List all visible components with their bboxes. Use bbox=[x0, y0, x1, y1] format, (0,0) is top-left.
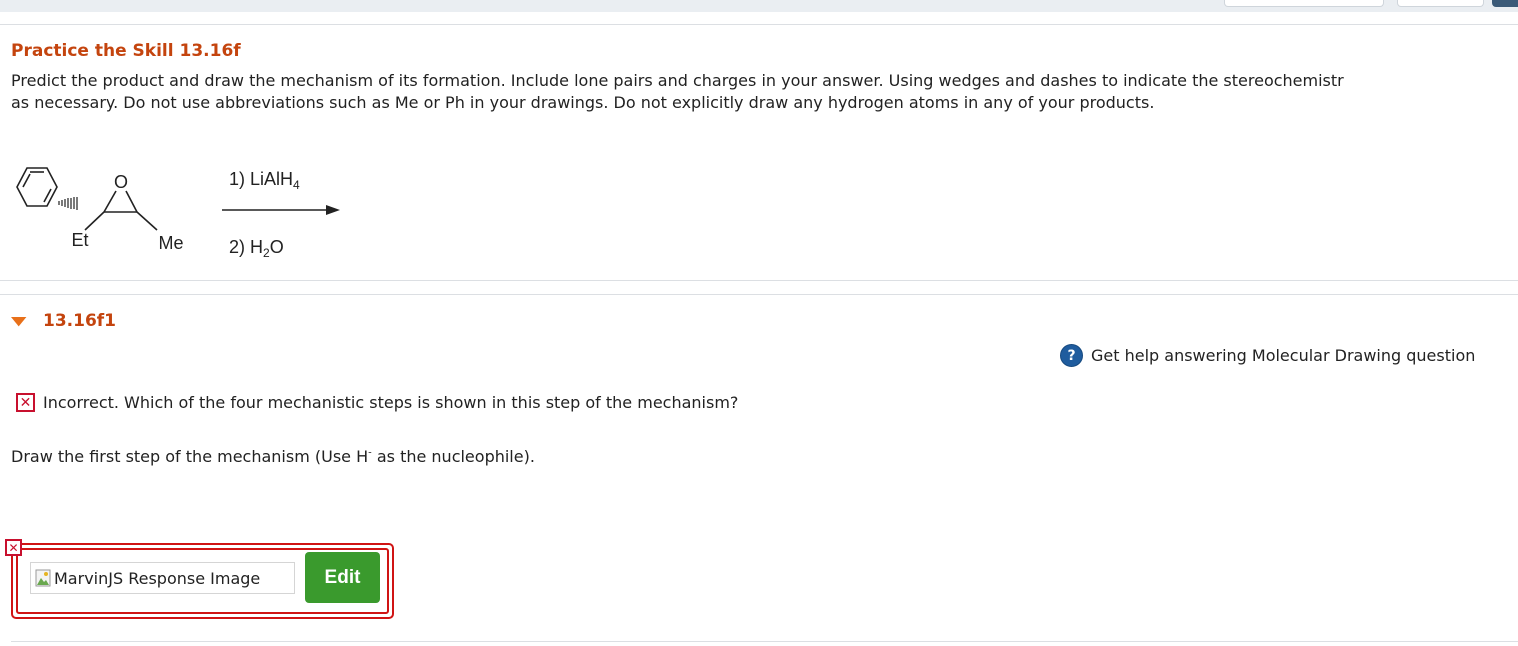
divider bbox=[0, 24, 1518, 25]
dash-bond bbox=[58, 197, 78, 210]
response-inner-frame: MarvinJS Response Image Edit bbox=[16, 548, 389, 614]
ethyl-label: Et bbox=[71, 230, 88, 250]
divider bbox=[0, 294, 1518, 295]
response-area: MarvinJS Response Image Edit bbox=[11, 543, 394, 619]
instruction-prefix: Draw the first step of the mechanism (Us… bbox=[11, 447, 369, 466]
instruction-text: Draw the first step of the mechanism (Us… bbox=[11, 447, 535, 466]
prompt-line-2: as necessary. Do not use abbreviations s… bbox=[11, 93, 1155, 112]
benzene-ring bbox=[16, 167, 58, 207]
reagent-step-1: 1) LiAlH4 bbox=[229, 169, 300, 192]
feedback-message: ✕ Incorrect. Which of the four mechanist… bbox=[16, 393, 738, 412]
part-title[interactable]: 13.16f1 bbox=[43, 311, 116, 331]
instruction-suffix: as the nucleophile). bbox=[371, 447, 535, 466]
practice-title: Practice the Skill 13.16f bbox=[11, 41, 241, 61]
question-prompt: Predict the product and draw the mechani… bbox=[11, 70, 1344, 114]
edit-button[interactable]: Edit bbox=[305, 552, 380, 603]
collapse-triangle-icon[interactable] bbox=[11, 317, 27, 327]
feedback-text: Incorrect. Which of the four mechanistic… bbox=[43, 393, 739, 412]
reagent-step-2: 2) H2O bbox=[229, 237, 284, 260]
top-toolbar bbox=[0, 0, 1518, 12]
help-link[interactable]: ? Get help answering Molecular Drawing q… bbox=[1060, 344, 1475, 367]
broken-image-icon bbox=[35, 569, 51, 587]
toolbar-button[interactable] bbox=[1224, 0, 1384, 7]
reaction-scheme: O Et Me 1) LiAlH4 2) H2O bbox=[16, 167, 340, 260]
toolbar-button[interactable] bbox=[1397, 0, 1484, 7]
prompt-line-1: Predict the product and draw the mechani… bbox=[11, 71, 1344, 90]
methyl-label: Me bbox=[158, 233, 183, 253]
response-image-alt: MarvinJS Response Image bbox=[54, 568, 261, 588]
divider bbox=[0, 280, 1518, 281]
help-link-text[interactable]: Get help answering Molecular Drawing que… bbox=[1091, 346, 1475, 365]
response-image: MarvinJS Response Image bbox=[30, 562, 295, 594]
divider bbox=[11, 641, 1518, 642]
oxygen-label: O bbox=[114, 172, 128, 192]
epoxide-ring bbox=[84, 190, 158, 231]
reaction-arrow bbox=[222, 205, 340, 215]
error-marker-icon: ✕ bbox=[5, 539, 22, 556]
toolbar-button[interactable] bbox=[1492, 0, 1518, 7]
incorrect-icon: ✕ bbox=[16, 393, 35, 412]
question-mark-icon: ? bbox=[1060, 344, 1083, 367]
